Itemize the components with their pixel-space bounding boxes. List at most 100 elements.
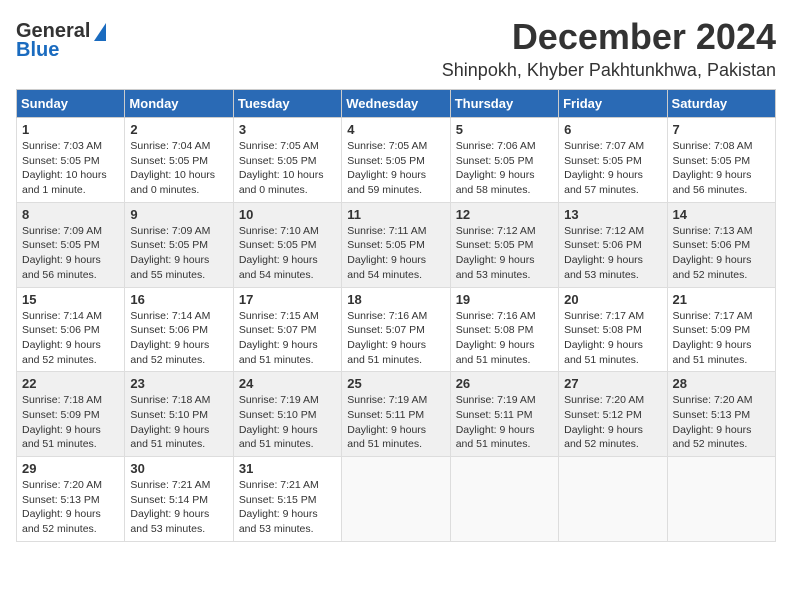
day-number: 20 xyxy=(564,292,661,307)
logo: General Blue xyxy=(16,20,106,62)
day-number: 29 xyxy=(22,461,119,476)
day-number: 12 xyxy=(456,207,553,222)
day-info: Sunrise: 7:04 AM Sunset: 5:05 PM Dayligh… xyxy=(130,139,227,198)
col-sunday: Sunday xyxy=(17,90,125,118)
location-title: Shinpokh, Khyber Pakhtunkhwa, Pakistan xyxy=(442,60,776,81)
table-row: 18 Sunrise: 7:16 AM Sunset: 5:07 PM Dayli… xyxy=(342,287,450,372)
table-row: 29 Sunrise: 7:20 AM Sunset: 5:13 PM Dayli… xyxy=(17,457,125,542)
table-row: 25 Sunrise: 7:19 AM Sunset: 5:11 PM Dayli… xyxy=(342,372,450,457)
day-number: 3 xyxy=(239,122,336,137)
logo-blue-text: Blue xyxy=(16,39,59,62)
day-number: 6 xyxy=(564,122,661,137)
day-info: Sunrise: 7:05 AM Sunset: 5:05 PM Dayligh… xyxy=(347,139,444,198)
table-row: 19 Sunrise: 7:16 AM Sunset: 5:08 PM Dayli… xyxy=(450,287,558,372)
day-number: 22 xyxy=(22,376,119,391)
table-row: 26 Sunrise: 7:19 AM Sunset: 5:11 PM Dayli… xyxy=(450,372,558,457)
day-number: 18 xyxy=(347,292,444,307)
day-info: Sunrise: 7:19 AM Sunset: 5:11 PM Dayligh… xyxy=(456,393,553,452)
day-info: Sunrise: 7:21 AM Sunset: 5:15 PM Dayligh… xyxy=(239,478,336,537)
col-wednesday: Wednesday xyxy=(342,90,450,118)
table-row: 27 Sunrise: 7:20 AM Sunset: 5:12 PM Dayli… xyxy=(559,372,667,457)
page-header: General Blue December 2024 Shinpokh, Khy… xyxy=(16,16,776,81)
calendar-header-row: Sunday Monday Tuesday Wednesday Thursday… xyxy=(17,90,776,118)
table-row: 2Sunrise: 7:04 AM Sunset: 5:05 PM Daylig… xyxy=(125,118,233,203)
table-row: 6 Sunrise: 7:07 AM Sunset: 5:05 PM Daylig… xyxy=(559,118,667,203)
day-number: 15 xyxy=(22,292,119,307)
table-row: 20 Sunrise: 7:17 AM Sunset: 5:08 PM Dayli… xyxy=(559,287,667,372)
table-row xyxy=(450,457,558,542)
day-number: 31 xyxy=(239,461,336,476)
day-number: 24 xyxy=(239,376,336,391)
table-row: 8Sunrise: 7:09 AM Sunset: 5:05 PM Daylig… xyxy=(17,202,125,287)
day-info: Sunrise: 7:09 AM Sunset: 5:05 PM Dayligh… xyxy=(22,224,119,283)
day-info: Sunrise: 7:08 AM Sunset: 5:05 PM Dayligh… xyxy=(673,139,770,198)
day-info: Sunrise: 7:12 AM Sunset: 5:06 PM Dayligh… xyxy=(564,224,661,283)
day-number: 5 xyxy=(456,122,553,137)
day-number: 30 xyxy=(130,461,227,476)
calendar-week-row: 22Sunrise: 7:18 AM Sunset: 5:09 PM Dayli… xyxy=(17,372,776,457)
day-number: 26 xyxy=(456,376,553,391)
col-monday: Monday xyxy=(125,90,233,118)
day-info: Sunrise: 7:17 AM Sunset: 5:09 PM Dayligh… xyxy=(673,309,770,368)
day-number: 21 xyxy=(673,292,770,307)
day-info: Sunrise: 7:06 AM Sunset: 5:05 PM Dayligh… xyxy=(456,139,553,198)
table-row: 11Sunrise: 7:11 AM Sunset: 5:05 PM Dayli… xyxy=(342,202,450,287)
title-section: December 2024 Shinpokh, Khyber Pakhtunkh… xyxy=(442,16,776,81)
calendar-week-row: 8Sunrise: 7:09 AM Sunset: 5:05 PM Daylig… xyxy=(17,202,776,287)
calendar-table: Sunday Monday Tuesday Wednesday Thursday… xyxy=(16,89,776,542)
table-row: 9 Sunrise: 7:09 AM Sunset: 5:05 PM Daylig… xyxy=(125,202,233,287)
table-row: 22Sunrise: 7:18 AM Sunset: 5:09 PM Dayli… xyxy=(17,372,125,457)
calendar-week-row: 29 Sunrise: 7:20 AM Sunset: 5:13 PM Dayli… xyxy=(17,457,776,542)
table-row xyxy=(559,457,667,542)
day-info: Sunrise: 7:09 AM Sunset: 5:05 PM Dayligh… xyxy=(130,224,227,283)
table-row: 3 Sunrise: 7:05 AM Sunset: 5:05 PM Daylig… xyxy=(233,118,341,203)
table-row: 14Sunrise: 7:13 AM Sunset: 5:06 PM Dayli… xyxy=(667,202,775,287)
day-number: 23 xyxy=(130,376,227,391)
day-number: 4 xyxy=(347,122,444,137)
day-info: Sunrise: 7:07 AM Sunset: 5:05 PM Dayligh… xyxy=(564,139,661,198)
table-row: 7Sunrise: 7:08 AM Sunset: 5:05 PM Daylig… xyxy=(667,118,775,203)
day-info: Sunrise: 7:15 AM Sunset: 5:07 PM Dayligh… xyxy=(239,309,336,368)
day-number: 11 xyxy=(347,207,444,222)
col-saturday: Saturday xyxy=(667,90,775,118)
table-row: 17 Sunrise: 7:15 AM Sunset: 5:07 PM Dayli… xyxy=(233,287,341,372)
day-info: Sunrise: 7:17 AM Sunset: 5:08 PM Dayligh… xyxy=(564,309,661,368)
day-info: Sunrise: 7:20 AM Sunset: 5:13 PM Dayligh… xyxy=(22,478,119,537)
day-number: 9 xyxy=(130,207,227,222)
day-info: Sunrise: 7:14 AM Sunset: 5:06 PM Dayligh… xyxy=(22,309,119,368)
day-number: 16 xyxy=(130,292,227,307)
day-info: Sunrise: 7:21 AM Sunset: 5:14 PM Dayligh… xyxy=(130,478,227,537)
day-number: 19 xyxy=(456,292,553,307)
day-info: Sunrise: 7:13 AM Sunset: 5:06 PM Dayligh… xyxy=(673,224,770,283)
table-row xyxy=(342,457,450,542)
logo-icon xyxy=(94,23,106,41)
col-friday: Friday xyxy=(559,90,667,118)
table-row: 4 Sunrise: 7:05 AM Sunset: 5:05 PM Daylig… xyxy=(342,118,450,203)
table-row: 5 Sunrise: 7:06 AM Sunset: 5:05 PM Daylig… xyxy=(450,118,558,203)
table-row: 30 Sunrise: 7:21 AM Sunset: 5:14 PM Dayli… xyxy=(125,457,233,542)
col-thursday: Thursday xyxy=(450,90,558,118)
table-row: 10 Sunrise: 7:10 AM Sunset: 5:05 PM Dayli… xyxy=(233,202,341,287)
day-number: 28 xyxy=(673,376,770,391)
table-row: 13Sunrise: 7:12 AM Sunset: 5:06 PM Dayli… xyxy=(559,202,667,287)
table-row: 24 Sunrise: 7:19 AM Sunset: 5:10 PM Dayli… xyxy=(233,372,341,457)
day-info: Sunrise: 7:05 AM Sunset: 5:05 PM Dayligh… xyxy=(239,139,336,198)
day-info: Sunrise: 7:14 AM Sunset: 5:06 PM Dayligh… xyxy=(130,309,227,368)
day-info: Sunrise: 7:19 AM Sunset: 5:10 PM Dayligh… xyxy=(239,393,336,452)
day-info: Sunrise: 7:16 AM Sunset: 5:08 PM Dayligh… xyxy=(456,309,553,368)
day-number: 25 xyxy=(347,376,444,391)
day-info: Sunrise: 7:20 AM Sunset: 5:13 PM Dayligh… xyxy=(673,393,770,452)
table-row: 15 Sunrise: 7:14 AM Sunset: 5:06 PM Dayli… xyxy=(17,287,125,372)
table-row: 1Sunrise: 7:03 AM Sunset: 5:05 PM Daylig… xyxy=(17,118,125,203)
day-number: 10 xyxy=(239,207,336,222)
day-info: Sunrise: 7:19 AM Sunset: 5:11 PM Dayligh… xyxy=(347,393,444,452)
day-info: Sunrise: 7:16 AM Sunset: 5:07 PM Dayligh… xyxy=(347,309,444,368)
day-info: Sunrise: 7:18 AM Sunset: 5:10 PM Dayligh… xyxy=(130,393,227,452)
table-row: 23 Sunrise: 7:18 AM Sunset: 5:10 PM Dayli… xyxy=(125,372,233,457)
day-info: Sunrise: 7:20 AM Sunset: 5:12 PM Dayligh… xyxy=(564,393,661,452)
table-row: 31 Sunrise: 7:21 AM Sunset: 5:15 PM Dayli… xyxy=(233,457,341,542)
day-number: 27 xyxy=(564,376,661,391)
table-row: 16 Sunrise: 7:14 AM Sunset: 5:06 PM Dayli… xyxy=(125,287,233,372)
day-number: 17 xyxy=(239,292,336,307)
day-info: Sunrise: 7:10 AM Sunset: 5:05 PM Dayligh… xyxy=(239,224,336,283)
